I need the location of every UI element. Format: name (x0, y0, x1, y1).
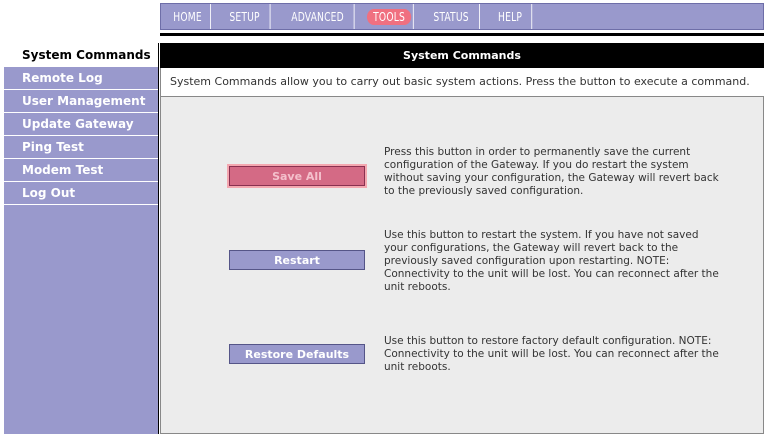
nav-status[interactable]: STATUS (423, 4, 480, 29)
restart-button[interactable]: Restart (229, 250, 365, 270)
nav-setup[interactable]: SETUP (220, 4, 271, 29)
page-title: System Commands (160, 43, 764, 68)
top-bar-spacer (4, 3, 159, 30)
sidebar-item-log-out[interactable]: Log Out (4, 182, 158, 205)
header-spacer (160, 36, 764, 41)
nav-filler (536, 4, 763, 29)
restore-defaults-button[interactable]: Restore Defaults (229, 344, 365, 364)
sidebar-item-modem-test[interactable]: Modem Test (4, 159, 158, 182)
nav-home[interactable]: HOME (165, 4, 211, 29)
nav-advanced[interactable]: ADVANCED (281, 4, 355, 29)
restore-defaults-description: Use this button to restore factory defau… (384, 335, 719, 373)
sidebar-item-user-management[interactable]: User Management (4, 90, 158, 113)
sidebar-item-remote-log[interactable]: Remote Log (4, 67, 158, 90)
sidebar-item-ping-test[interactable]: Ping Test (4, 136, 158, 159)
commands-panel: Save All Press this button in order to p… (160, 96, 764, 434)
nav-help[interactable]: HELP (489, 4, 533, 29)
sidebar-item-update-gateway[interactable]: Update Gateway (4, 113, 158, 136)
sidebar-item-system-commands[interactable]: System Commands (4, 43, 158, 67)
main-nav: HOME SETUP ADVANCED TOOLS STATUS HELP (160, 3, 764, 30)
sidebar: System Commands Remote Log User Manageme… (4, 43, 159, 434)
save-all-button[interactable]: Save All (229, 166, 365, 186)
restart-description: Use this button to restart the system. I… (384, 229, 719, 293)
nav-tools[interactable]: TOOLS (365, 4, 414, 29)
save-all-description: Press this button in order to permanentl… (384, 146, 719, 197)
top-navigation-bar: HOME SETUP ADVANCED TOOLS STATUS HELP (0, 0, 768, 33)
page-description: System Commands allow you to carry out b… (160, 68, 764, 96)
